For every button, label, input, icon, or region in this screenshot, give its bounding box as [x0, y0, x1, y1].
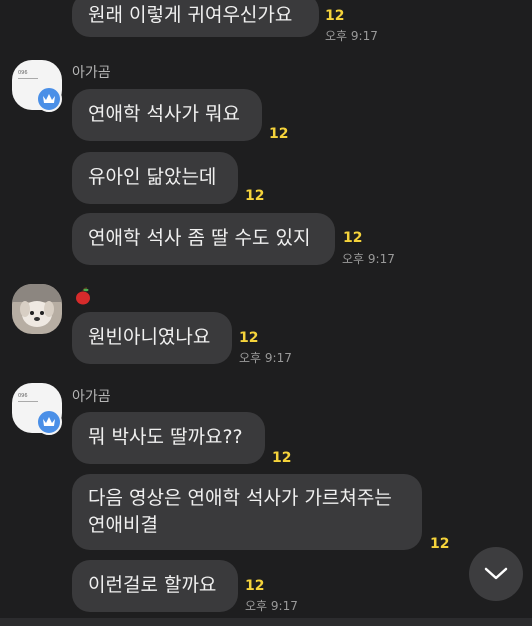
- message-bubble[interactable]: 유아인 닮았는데: [72, 152, 238, 204]
- avatar-line: [18, 401, 38, 402]
- sender-name: 아가곰: [72, 65, 111, 81]
- next-message-edge: [0, 618, 532, 626]
- chevron-down-icon: [484, 567, 508, 580]
- unread-count: 12: [325, 8, 345, 24]
- avatar[interactable]: [12, 284, 62, 334]
- unread-count: 12: [272, 450, 292, 466]
- unread-count: 12: [430, 536, 450, 552]
- unread-count: 12: [239, 330, 259, 346]
- avatar-text: 096: [18, 393, 28, 399]
- sender-name: 아가곰: [72, 389, 111, 405]
- message-bubble[interactable]: 원빈아니였나요: [72, 312, 232, 364]
- avatar-text: 096: [18, 70, 28, 76]
- scroll-to-bottom-button[interactable]: [469, 547, 523, 601]
- crown-icon: [36, 86, 62, 112]
- message-time: 오후 9:17: [239, 351, 292, 365]
- message-bubble[interactable]: 이런걸로 할까요: [72, 560, 238, 612]
- crown-icon: [36, 409, 62, 435]
- message-bubble[interactable]: 연애학 석사가 뭐요: [72, 89, 262, 141]
- message-bubble[interactable]: 연애학 석사 좀 딸 수도 있지: [72, 213, 335, 265]
- message-time: 오후 9:17: [342, 252, 395, 266]
- avatar-line: [18, 78, 38, 79]
- message-time: 오후 9:17: [245, 599, 298, 613]
- message-time: 오후 9:17: [325, 29, 378, 43]
- message-bubble[interactable]: 뭐 박사도 딸까요??: [72, 412, 265, 464]
- message-bubble[interactable]: 원래 이렇게 귀여우신가요: [72, 0, 319, 37]
- message-bubble[interactable]: 다음 영상은 연애학 석사가 가르쳐주는 연애비결: [72, 474, 422, 550]
- unread-count: 12: [343, 230, 363, 246]
- unread-count: 12: [245, 188, 265, 204]
- unread-count: 12: [269, 126, 289, 142]
- unread-count: 12: [245, 578, 265, 594]
- apple-icon: [76, 287, 90, 305]
